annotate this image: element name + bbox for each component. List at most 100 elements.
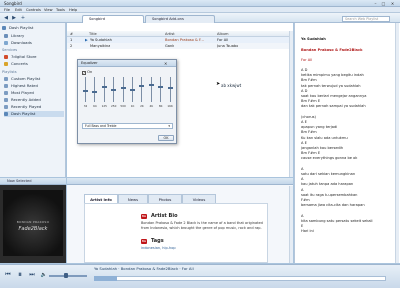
lyrics-pane: Ya Sudahlah Bondan Prakoso & Fade2Black … <box>294 23 400 263</box>
next-icon[interactable]: ⏭ <box>28 270 36 280</box>
lastfm-bio-badge-icon: fm <box>141 214 147 219</box>
equalizer-band-label: 8K <box>158 104 163 108</box>
sidebar-item-custom-playlist[interactable]: Custom Playlist <box>4 76 64 82</box>
store-icon <box>4 54 8 59</box>
equalizer-enable-checkbox[interactable]: ✓ On <box>82 70 92 75</box>
track-row[interactable]: 2 Manyaikina Gank Juna Tsuabo <box>67 43 293 49</box>
lyrics-line: A D <box>301 88 308 93</box>
tab-news[interactable]: News <box>118 194 148 203</box>
window-title: Songbird <box>4 1 22 6</box>
slider-thumb[interactable] <box>111 88 117 91</box>
lyrics-line: saat kau berlari mengejar angannya <box>301 94 367 98</box>
lyrics-scrollbar[interactable] <box>395 23 399 263</box>
tab-videos[interactable]: Videos <box>182 194 216 203</box>
equalizer-band-slider[interactable] <box>158 77 164 102</box>
sidebar-item-label: Concerts <box>11 61 28 66</box>
equalizer-band-slider[interactable] <box>83 77 88 102</box>
equalizer-band-label: 4K <box>149 104 154 108</box>
sidebar-item-most-played[interactable]: Most Played <box>4 90 64 96</box>
equalizer-dialog: Equalizer ✕ ✓ On 32 64 125 250 500 1K 2K 4K 8K 16… <box>77 59 177 144</box>
slider-thumb[interactable] <box>139 85 145 88</box>
equalizer-band-slider[interactable] <box>148 77 154 102</box>
equalizer-enable-label: On <box>87 70 93 74</box>
minimize-icon[interactable]: – <box>372 1 379 6</box>
track-number: 2 <box>70 44 73 48</box>
equalizer-band-label: 2K <box>140 104 144 108</box>
tab-label: Songbird <box>89 17 106 21</box>
lyrics-line: Bm F#m E <box>301 151 321 156</box>
sidebar-item-dash-playlist[interactable]: Dash Playlist <box>4 111 64 117</box>
sidebar-item-label: Dash Playlist <box>9 25 34 30</box>
album-art-header: Now Selected <box>0 178 66 185</box>
play-pause-icon[interactable]: ⏸ <box>14 270 26 280</box>
cursor-icon: ➤ <box>216 81 221 87</box>
lyrics-line: Bm F#m <box>301 130 317 135</box>
lastfm-tags-badge-icon: fm <box>141 239 147 244</box>
volume-icon: 🔈 <box>40 272 48 278</box>
tab-photos[interactable]: Photos <box>148 194 182 203</box>
equalizer-band-slider[interactable] <box>92 77 98 102</box>
maximize-icon[interactable]: □ <box>380 1 387 6</box>
sidebar-item-recently-played[interactable]: Recently Played <box>4 104 64 110</box>
sidebar-item-dash-playlist-top[interactable]: Dash Playlist <box>2 25 62 31</box>
equalizer-band-slider[interactable] <box>130 77 135 102</box>
slider-thumb[interactable] <box>158 86 164 89</box>
lyrics-line: A E <box>301 120 307 124</box>
chevron-down-icon: ▾ <box>168 124 170 128</box>
checkbox-check-icon: ✓ <box>82 70 86 75</box>
equalizer-band-slider[interactable] <box>167 77 173 102</box>
close-icon[interactable]: ✕ <box>389 1 396 6</box>
sidebar-item-downloads[interactable]: Downloads <box>4 40 64 46</box>
track-title: Manyaikina <box>90 44 111 48</box>
equalizer-band-label: 125 <box>101 104 107 108</box>
slider-thumb[interactable] <box>92 90 98 93</box>
previous-icon[interactable]: ⏮ <box>4 270 12 280</box>
equalizer-preset-select[interactable]: Full Bass and Treble ▾ <box>82 123 173 129</box>
playlists-header: Playlists <box>2 70 17 74</box>
sidebar-item-label: 7digital Store <box>11 54 37 59</box>
lyrics-artist: Bondan Prakoso & Fade2Black <box>301 48 363 52</box>
sidebar-item-concerts[interactable]: Concerts <box>4 61 64 67</box>
slider-thumb[interactable] <box>167 87 173 90</box>
lyrics-line: A <box>301 213 304 218</box>
equalizer-close-icon[interactable]: ✕ <box>164 61 167 66</box>
equalizer-band-slider[interactable] <box>111 77 117 102</box>
slider-thumb[interactable] <box>148 83 154 86</box>
volume-slider[interactable] <box>49 275 87 277</box>
sidebar-item-recently-added[interactable]: Recently Added <box>4 97 64 103</box>
back-icon[interactable]: ◀ <box>3 15 9 21</box>
tab-addons[interactable]: Songbird Add-ons <box>145 15 215 23</box>
equalizer-band-label: 1K <box>130 104 135 108</box>
sidebar-item-label: Custom Playlist <box>11 76 41 81</box>
equalizer-preset-value: Full Bass and Treble <box>85 124 117 128</box>
album-cover-image: BONDAN PRAKOSO Fade2Black <box>3 190 63 256</box>
equalizer-band-slider[interactable] <box>120 77 126 102</box>
sidebar-item-7digital[interactable]: 7digital Store <box>4 54 64 60</box>
equalizer-ok-button[interactable]: OK <box>158 135 174 141</box>
slider-thumb[interactable] <box>130 88 135 91</box>
lyrics-line: A D <box>301 68 308 72</box>
sidebar-item-library[interactable]: Library <box>4 33 64 39</box>
track-list-scrollbar[interactable] <box>289 31 293 177</box>
volume-slider-thumb[interactable] <box>64 273 68 278</box>
equalizer-band-slider[interactable] <box>101 77 107 102</box>
lyrics-line: cause everythings gonna be ok <box>301 156 358 161</box>
library-icon <box>4 33 8 38</box>
tags-text[interactable]: indonesian, hip-hop <box>141 246 176 250</box>
slider-thumb[interactable] <box>120 87 126 90</box>
slider-thumb[interactable] <box>83 89 88 92</box>
tab-songbird[interactable]: Songbird <box>82 15 144 23</box>
forward-icon[interactable]: ▶ <box>11 15 17 21</box>
tab-artist-info[interactable]: Artist Info <box>84 194 118 203</box>
info-panel-scrollbar[interactable] <box>289 186 293 263</box>
sidebar-item-highest-rated[interactable]: Highest Rated <box>4 83 64 89</box>
smart-playlist-icon <box>4 90 8 95</box>
equalizer-band-slider[interactable] <box>139 77 145 102</box>
progress-bar[interactable] <box>94 276 386 281</box>
search-input[interactable]: Search Web Playlist <box>342 16 390 22</box>
info-panel-header <box>67 178 293 185</box>
slider-thumb[interactable] <box>101 86 107 89</box>
download-icon <box>4 40 8 45</box>
tab-label: Songbird Add-ons <box>152 17 184 21</box>
new-tab-icon[interactable]: + <box>20 15 26 21</box>
